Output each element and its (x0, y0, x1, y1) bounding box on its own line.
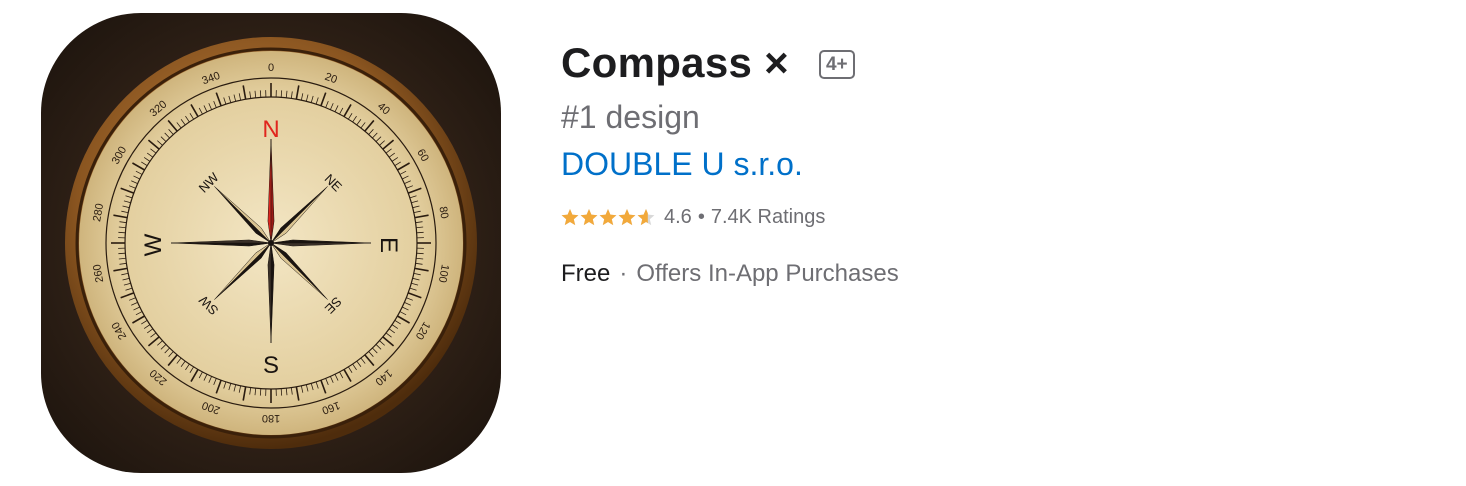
rating-count: 7.4K Ratings (710, 205, 826, 228)
cardinal-south: S (263, 352, 279, 379)
app-icon: 0 20 40 60 80 100 120 140 160 180 200 220 240 260 280 3… (41, 13, 501, 473)
app-subtitle: #1 design (561, 99, 700, 135)
cardinal-west: W (140, 233, 167, 256)
age-rating-badge: 4+ (818, 49, 855, 79)
rose-center-pin (268, 240, 274, 246)
degree-label: 80 (436, 206, 450, 220)
price-row: Free · Offers In-App Purchases (561, 260, 899, 288)
star-icon (618, 209, 636, 226)
in-app-purchases-label: Offers In-App Purchases (636, 260, 899, 287)
price-label: Free (561, 260, 611, 287)
star-icon (561, 209, 579, 226)
star-icon (580, 209, 598, 226)
app-title: Compass × (561, 39, 789, 86)
rating-separator: • (697, 205, 705, 228)
star-rating (561, 208, 655, 226)
compass-icon: 0204060801001201401601802002202402602803… (41, 13, 501, 473)
degree-label: 0 (268, 62, 274, 74)
price-separator: · (619, 260, 628, 287)
cardinal-north: N (262, 116, 279, 143)
app-info: Compass × 4+ #1 design DOUBLE U s.r.o. 4… (561, 34, 899, 288)
cardinal-east: E (375, 237, 402, 253)
star-icon (599, 209, 617, 226)
degree-label: 180 (262, 412, 280, 424)
star-icon (637, 209, 655, 226)
rating-row: 4.6 • 7.4K Ratings (561, 202, 899, 232)
developer-link[interactable]: DOUBLE U s.r.o. (561, 140, 803, 188)
title-row: Compass × 4+ (561, 34, 899, 92)
rating-value: 4.6 (664, 205, 692, 228)
